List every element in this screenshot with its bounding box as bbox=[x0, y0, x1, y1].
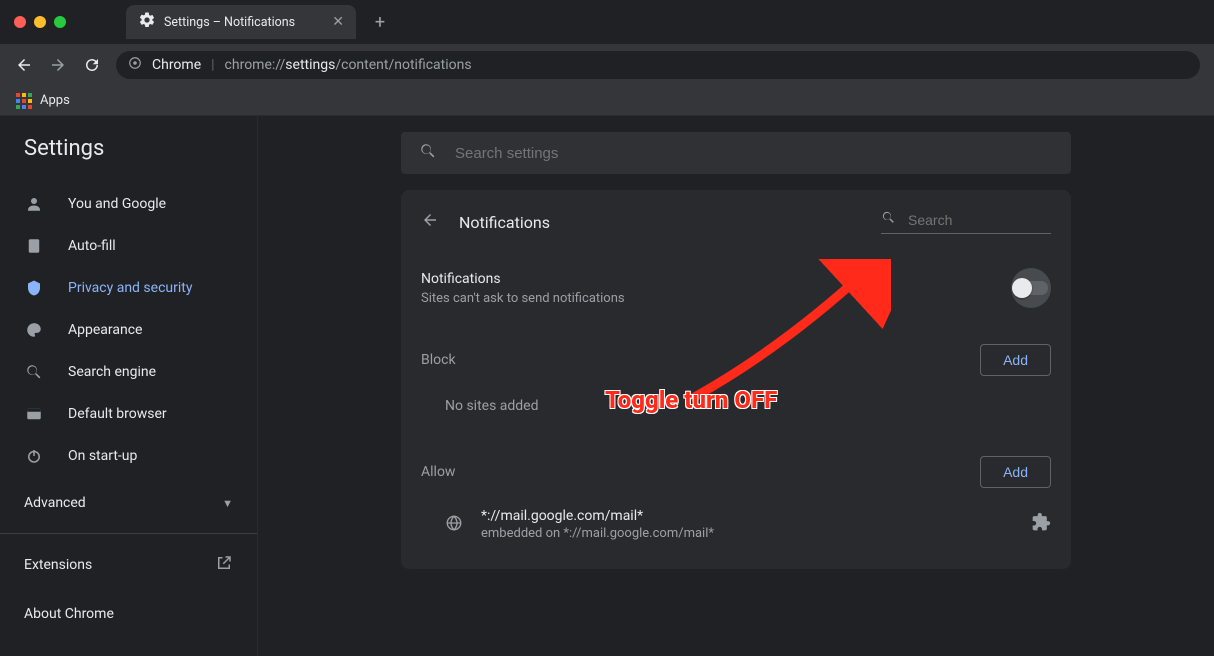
site-info-icon[interactable] bbox=[128, 56, 142, 74]
sidebar-about[interactable]: About Chrome bbox=[0, 592, 257, 636]
sidebar-item-label: Appearance bbox=[68, 322, 142, 338]
sidebar-item-label: On start-up bbox=[68, 448, 137, 464]
block-label: Block bbox=[421, 352, 456, 368]
palette-icon bbox=[24, 321, 44, 339]
sidebar-item-label: You and Google bbox=[68, 196, 166, 212]
allow-entry-sub: embedded on *://mail.google.com/mail* bbox=[481, 526, 714, 541]
sidebar-advanced[interactable]: Advanced ▼ bbox=[0, 477, 257, 529]
forward-button[interactable] bbox=[48, 55, 68, 75]
allow-section-head: Allow Add bbox=[401, 436, 1071, 496]
sidebar-item-label: Search engine bbox=[68, 364, 156, 380]
toolbar: Chrome | chrome://settings/content/notif… bbox=[0, 44, 1214, 86]
block-empty-text: No sites added bbox=[401, 384, 1071, 436]
sidebar-item-label: Default browser bbox=[68, 406, 167, 422]
apps-bookmark[interactable]: Apps bbox=[40, 93, 70, 108]
sidebar-item-default-browser[interactable]: Default browser bbox=[0, 393, 257, 435]
settings-search-input[interactable] bbox=[455, 145, 1053, 162]
notifications-toggle[interactable] bbox=[1011, 268, 1051, 308]
main-panel: Notifications Notifications Sites can't … bbox=[258, 116, 1214, 656]
url-scheme: Chrome bbox=[152, 57, 201, 73]
back-button[interactable] bbox=[14, 55, 34, 75]
settings-search[interactable] bbox=[401, 132, 1071, 174]
sidebar-item-label: Privacy and security bbox=[68, 280, 192, 296]
add-block-button[interactable]: Add bbox=[980, 344, 1051, 376]
window-chrome: Settings – Notifications ✕ + bbox=[0, 0, 1214, 44]
page-title: Settings bbox=[0, 136, 257, 183]
browser-tab[interactable]: Settings – Notifications ✕ bbox=[126, 5, 356, 39]
address-bar[interactable]: Chrome | chrome://settings/content/notif… bbox=[116, 51, 1200, 79]
sidebar-divider bbox=[0, 533, 257, 534]
panel-title: Notifications bbox=[459, 213, 550, 232]
url-divider: | bbox=[211, 57, 214, 73]
notifications-toggle-row: Notifications Sites can't ask to send no… bbox=[401, 252, 1071, 324]
close-window-button[interactable] bbox=[14, 16, 26, 28]
extensions-label: Extensions bbox=[24, 557, 92, 573]
power-icon bbox=[24, 447, 44, 465]
clipboard-icon bbox=[24, 237, 44, 255]
allow-label: Allow bbox=[421, 464, 455, 480]
url-path: chrome://settings/content/notifications bbox=[225, 57, 472, 73]
chevron-down-icon: ▼ bbox=[222, 497, 233, 510]
notifications-panel: Notifications Notifications Sites can't … bbox=[401, 190, 1071, 569]
settings-sidebar: Settings You and Google Auto-fill Privac… bbox=[0, 116, 258, 656]
add-allow-button[interactable]: Add bbox=[980, 456, 1051, 488]
open-external-icon bbox=[215, 554, 233, 576]
sidebar-item-privacy[interactable]: Privacy and security bbox=[0, 267, 257, 309]
block-section-head: Block Add bbox=[401, 324, 1071, 384]
tab-title: Settings – Notifications bbox=[164, 15, 295, 30]
notifications-toggle-title: Notifications bbox=[421, 271, 625, 287]
globe-icon bbox=[445, 514, 463, 536]
apps-icon[interactable] bbox=[16, 93, 32, 109]
search-icon bbox=[24, 363, 44, 381]
traffic-lights bbox=[14, 16, 66, 28]
person-icon bbox=[24, 195, 44, 213]
advanced-label: Advanced bbox=[24, 495, 86, 511]
zoom-window-button[interactable] bbox=[54, 16, 66, 28]
content: Settings You and Google Auto-fill Privac… bbox=[0, 116, 1214, 656]
allow-entry-site: *://mail.google.com/mail* bbox=[481, 508, 714, 524]
sidebar-item-search-engine[interactable]: Search engine bbox=[0, 351, 257, 393]
about-label: About Chrome bbox=[24, 606, 114, 622]
sidebar-item-autofill[interactable]: Auto-fill bbox=[0, 225, 257, 267]
sidebar-extensions[interactable]: Extensions bbox=[0, 538, 257, 592]
browser-icon bbox=[24, 405, 44, 423]
reload-button[interactable] bbox=[82, 55, 102, 75]
search-icon bbox=[881, 210, 896, 229]
search-icon bbox=[419, 142, 437, 164]
sidebar-item-startup[interactable]: On start-up bbox=[0, 435, 257, 477]
sidebar-item-label: Auto-fill bbox=[68, 238, 116, 254]
bookmarks-bar: Apps bbox=[0, 86, 1214, 116]
allow-entry[interactable]: *://mail.google.com/mail* embedded on *:… bbox=[401, 496, 1071, 561]
sidebar-item-appearance[interactable]: Appearance bbox=[0, 309, 257, 351]
panel-search[interactable] bbox=[881, 210, 1051, 234]
gear-icon bbox=[138, 11, 156, 33]
new-tab-button[interactable]: + bbox=[366, 12, 394, 33]
notifications-toggle-sub: Sites can't ask to send notifications bbox=[421, 291, 625, 306]
shield-icon bbox=[24, 279, 44, 297]
panel-search-input[interactable] bbox=[908, 212, 1028, 228]
extension-icon[interactable] bbox=[1031, 512, 1051, 537]
close-tab-icon[interactable]: ✕ bbox=[332, 14, 344, 30]
minimize-window-button[interactable] bbox=[34, 16, 46, 28]
sidebar-item-you-and-google[interactable]: You and Google bbox=[0, 183, 257, 225]
back-icon[interactable] bbox=[421, 211, 439, 233]
